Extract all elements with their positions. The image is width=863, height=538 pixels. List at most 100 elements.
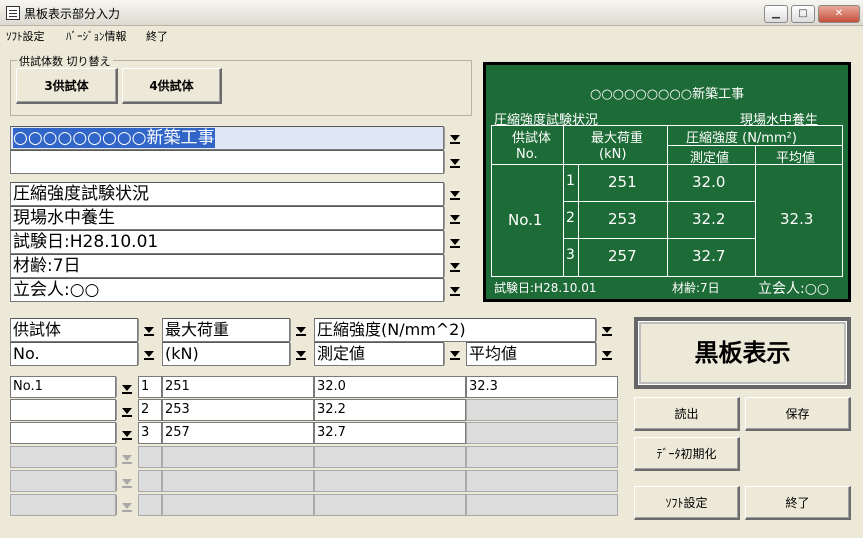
- project-name-dropdown-icon[interactable]: [444, 127, 464, 149]
- header-strength-combo[interactable]: 圧縮強度(N/mm^2): [314, 318, 596, 342]
- project-name-text: ○○○○○○○○○新築工事: [13, 128, 215, 148]
- read-button[interactable]: 読出: [634, 397, 740, 431]
- witness-dropdown-icon[interactable]: [444, 279, 464, 301]
- heading-combo[interactable]: 圧縮強度試験状況: [10, 182, 444, 206]
- maximize-button[interactable]: □: [791, 5, 815, 23]
- board-load-1: 251: [608, 173, 637, 191]
- board-idx-3: 3: [566, 247, 575, 263]
- row3-load-input[interactable]: 257: [162, 422, 314, 444]
- header-measured-dropdown-icon[interactable]: [444, 343, 464, 365]
- row1-average-value: 32.3: [466, 376, 618, 398]
- header-kn-dropdown-icon[interactable]: [290, 343, 310, 365]
- header-max-load-combo[interactable]: 最大荷重: [162, 318, 290, 342]
- blank-dropdown-icon[interactable]: [444, 151, 464, 173]
- menu-soft-settings[interactable]: ｿﾌﾄ設定: [6, 28, 45, 44]
- row1-specimen-combo[interactable]: No.1: [10, 376, 116, 398]
- exit-button[interactable]: 終了: [745, 486, 851, 520]
- header-specimen-dropdown-icon[interactable]: [138, 319, 158, 341]
- row2-specimen-dropdown-icon[interactable]: [116, 400, 136, 420]
- row5-specimen-combo: [10, 470, 116, 492]
- row3-index: 3: [138, 422, 162, 444]
- board-average: 32.3: [780, 210, 814, 228]
- window-title: 黒板表示部分入力: [24, 7, 121, 21]
- row2-load-input[interactable]: 253: [162, 399, 314, 421]
- specimen-switch-label: 供試体数 切り替え: [17, 53, 113, 69]
- row2-average-cell: [466, 399, 618, 421]
- board-title: ○○○○○○○○○新築工事: [590, 87, 745, 102]
- row2-specimen-combo[interactable]: [10, 399, 116, 421]
- row4-load-cell: [162, 446, 314, 468]
- blank-combo[interactable]: [10, 150, 444, 174]
- menu-version-info[interactable]: ﾊﾞｰｼﾞｮﾝ情報: [66, 28, 127, 44]
- board-col-strength: 圧縮強度 (N/mm²): [686, 131, 797, 146]
- minimize-button[interactable]: ▁: [764, 5, 788, 23]
- test-date-dropdown-icon[interactable]: [444, 231, 464, 253]
- project-name-combo[interactable]: ○○○○○○○○○新築工事: [10, 126, 444, 150]
- menu-exit[interactable]: 終了: [146, 28, 168, 44]
- header-max-load-dropdown-icon[interactable]: [290, 319, 310, 341]
- row3-specimen-combo[interactable]: [10, 422, 116, 444]
- row5-specimen-dropdown-icon: [116, 471, 136, 491]
- row1-measured-input[interactable]: 32.0: [314, 376, 466, 398]
- row2-measured-input[interactable]: 32.2: [314, 399, 466, 421]
- header-average-combo[interactable]: 平均値: [466, 342, 596, 366]
- row3-average-cell: [466, 422, 618, 444]
- row6-measured-cell: [314, 494, 466, 516]
- header-measured-combo[interactable]: 測定値: [314, 342, 444, 366]
- header-no-combo[interactable]: No.: [10, 342, 138, 366]
- curing-combo[interactable]: 現場水中養生: [10, 206, 444, 230]
- header-strength-dropdown-icon[interactable]: [596, 319, 616, 341]
- row1-specimen-dropdown-icon[interactable]: [116, 377, 136, 397]
- row6-average-cell: [466, 494, 618, 516]
- board-witness: 立会人:○○: [758, 281, 830, 297]
- save-button[interactable]: 保存: [745, 397, 851, 431]
- board-measured-2: 32.2: [692, 210, 726, 228]
- header-kn-combo[interactable]: (kN): [162, 342, 290, 366]
- data-init-button[interactable]: ﾃﾞｰﾀ初期化: [634, 437, 740, 471]
- board-col-average: 平均値: [776, 151, 816, 166]
- witness-combo[interactable]: 立会人:○○: [10, 278, 444, 302]
- row1-load-input[interactable]: 251: [162, 376, 314, 398]
- board-col-measured: 測定値: [690, 151, 730, 166]
- show-blackboard-button[interactable]: 黒板表示: [634, 317, 851, 389]
- row2-index: 2: [138, 399, 162, 421]
- board-col-max-load: 最大荷重: [591, 131, 644, 146]
- title-bar: [0, 0, 863, 26]
- row1-index: 1: [138, 376, 162, 398]
- row5-load-cell: [162, 470, 314, 492]
- header-specimen-combo[interactable]: 供試体: [10, 318, 138, 342]
- board-test-date: 試験日:H28.10.01: [494, 281, 597, 295]
- board-col-no: No.: [516, 147, 538, 162]
- board-col-specimen: 供試体: [512, 131, 552, 146]
- row5-average-cell: [466, 470, 618, 492]
- row4-index: [138, 446, 162, 468]
- header-average-dropdown-icon[interactable]: [596, 343, 616, 365]
- row3-specimen-dropdown-icon[interactable]: [116, 423, 136, 443]
- app-icon: [6, 6, 20, 20]
- row6-load-cell: [162, 494, 314, 516]
- board-measured-3: 32.7: [692, 247, 726, 265]
- heading-dropdown-icon[interactable]: [444, 183, 464, 205]
- test-date-combo[interactable]: 試験日:H28.10.01: [10, 230, 444, 254]
- soft-settings-button[interactable]: ｿﾌﾄ設定: [634, 486, 740, 520]
- four-specimen-button[interactable]: 4供試体: [122, 68, 222, 104]
- board-age: 材齢:7日: [672, 281, 720, 295]
- row6-specimen-dropdown-icon: [116, 495, 136, 515]
- board-load-3: 257: [608, 247, 637, 265]
- header-no-dropdown-icon[interactable]: [138, 343, 158, 365]
- board-load-2: 253: [608, 210, 637, 228]
- row4-specimen-dropdown-icon: [116, 447, 136, 467]
- row4-measured-cell: [314, 446, 466, 468]
- board-col-kn: (kN): [599, 147, 627, 162]
- close-button[interactable]: ✕: [818, 5, 860, 23]
- age-dropdown-icon[interactable]: [444, 255, 464, 277]
- blackboard-preview: ○○○○○○○○○新築工事 圧縮強度試験状況 現場水中養生 供試体 No. 最大…: [483, 62, 851, 302]
- row3-measured-input[interactable]: 32.7: [314, 422, 466, 444]
- board-idx-1: 1: [566, 173, 575, 189]
- row4-average-cell: [466, 446, 618, 468]
- age-combo[interactable]: 材齢:7日: [10, 254, 444, 278]
- curing-dropdown-icon[interactable]: [444, 207, 464, 229]
- board-idx-2: 2: [566, 210, 575, 226]
- three-specimen-button[interactable]: 3供試体: [16, 68, 118, 104]
- row5-measured-cell: [314, 470, 466, 492]
